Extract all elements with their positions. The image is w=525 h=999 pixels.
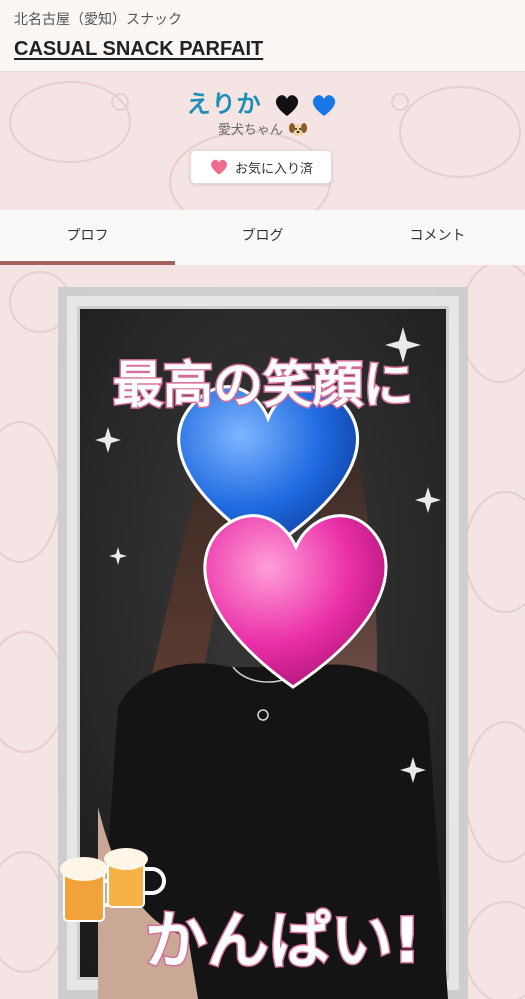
cast-profile: えりか 愛犬ちゃん お気に入り済 (0, 72, 525, 210)
dog-face-icon (289, 121, 308, 141)
cast-subtitle: 愛犬ちゃん (217, 123, 283, 138)
black-heart-icon (275, 95, 299, 116)
tab-label: コメント (409, 227, 466, 244)
tab-comment[interactable]: コメント (350, 210, 525, 265)
cast-name-row: えりか (0, 84, 525, 119)
tab-label: ブログ (241, 227, 284, 244)
shop-header: 北名古屋（愛知）スナック CASUAL SNACK PARFAIT (0, 0, 525, 72)
cast-name: えりか (186, 90, 262, 118)
area-category-label: 北名古屋（愛知）スナック (14, 12, 182, 28)
name-emoji (273, 91, 338, 119)
favorite-button[interactable]: お気に入り済 (190, 150, 332, 184)
photo-artwork: 最高の笑顔に かんぱい! (58, 287, 468, 999)
cast-photo: 最高の笑顔に かんぱい! (58, 287, 468, 999)
caption-top: 最高の笑顔に (113, 356, 413, 414)
tab-label: プロフ (66, 227, 109, 244)
favorite-button-label: お気に入り済 (234, 161, 313, 177)
tab-profile[interactable]: プロフ (0, 210, 175, 265)
shop-name-link[interactable]: CASUAL SNACK PARFAIT (14, 38, 263, 61)
pink-heart-icon (209, 159, 229, 176)
profile-tabs: プロフ ブログ コメント (0, 210, 525, 265)
caption-bottom: かんぱい! (145, 904, 421, 977)
cast-subtitle-row: 愛犬ちゃん (0, 119, 525, 141)
tab-blog[interactable]: ブログ (175, 210, 350, 265)
blue-heart-icon (313, 95, 336, 116)
